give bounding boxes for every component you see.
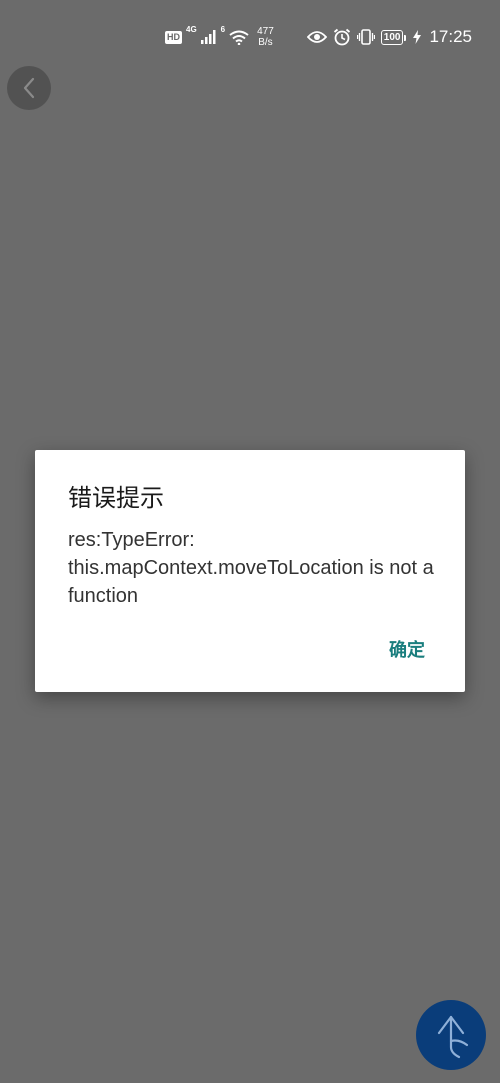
back-button[interactable]	[7, 66, 51, 110]
dialog-message: res:TypeError: this.mapContext.moveToLoc…	[68, 529, 434, 607]
speed-unit: B/s	[258, 37, 273, 48]
battery-level: 100	[380, 29, 407, 45]
navigation-arrow-icon	[427, 1011, 475, 1059]
alarm-icon	[333, 28, 351, 46]
wifi-tag-label: 6	[220, 25, 226, 34]
speed-value: 477	[257, 26, 274, 37]
vibrate-icon	[356, 29, 375, 45]
wifi-icon	[229, 30, 249, 45]
status-right-group: 100 17:25	[306, 22, 472, 52]
error-dialog: 错误提示 res:TypeError: this.mapContext.move…	[35, 450, 465, 692]
navigation-fab[interactable]	[416, 1000, 486, 1070]
dialog-title: 错误提示	[68, 484, 164, 512]
chevron-left-icon	[22, 77, 36, 99]
eye-icon	[306, 30, 327, 44]
network-type-label: 4G	[186, 25, 197, 34]
hd-badge: HD	[165, 30, 182, 44]
confirm-button[interactable]: 确定	[389, 636, 425, 662]
status-left-group: HD 4G 6 477 B/s	[165, 22, 274, 52]
status-bar: HD 4G 6 477 B/s 100 17:25	[0, 0, 500, 75]
network-speed: 477 B/s	[257, 26, 274, 48]
signal-icon	[200, 30, 217, 44]
clock: 17:25	[429, 27, 472, 46]
lightning-icon	[413, 30, 422, 44]
